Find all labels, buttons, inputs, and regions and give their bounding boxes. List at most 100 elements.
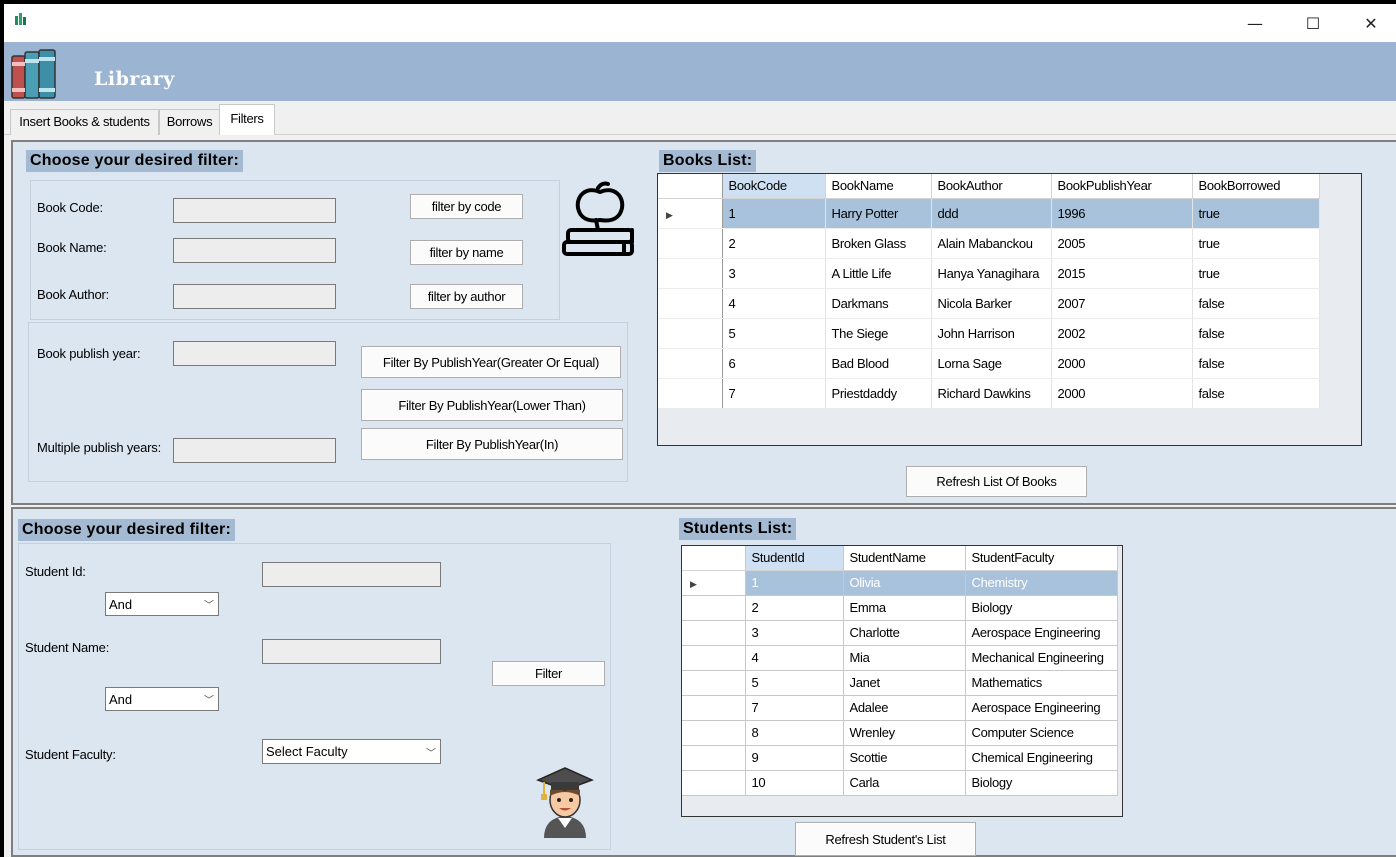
table-row[interactable]: ▶ 1 Olivia Chemistry [682,570,1118,596]
cell[interactable]: Emma [843,595,966,621]
table-row[interactable]: 10 Carla Biology [682,770,1118,796]
table-row[interactable]: 7 Priestdaddy Richard Dawkins 2000 false [658,378,1320,409]
cell[interactable]: Biology [965,595,1118,621]
cell[interactable]: 2 [722,228,826,259]
book-author-input[interactable] [173,284,336,309]
publish-year-input[interactable] [173,341,336,366]
table-row[interactable]: 8 Wrenley Computer Science [682,720,1118,746]
column-header-bookname[interactable]: BookName [825,174,932,199]
cell[interactable]: Bad Blood [825,348,932,379]
cell[interactable]: 3 [745,620,844,646]
minimize-button[interactable]: — [1226,4,1284,42]
cell[interactable]: Mechanical Engineering [965,645,1118,671]
cell[interactable]: Mathematics [965,670,1118,696]
cell[interactable]: 5 [745,670,844,696]
column-header-bookborrowed[interactable]: BookBorrowed [1192,174,1320,199]
cell[interactable]: 2005 [1051,228,1193,259]
cell[interactable]: 2015 [1051,258,1193,289]
cell[interactable]: Mia [843,645,966,671]
cell[interactable]: A Little Life [825,258,932,289]
cell[interactable]: Wrenley [843,720,966,746]
cell[interactable]: 7 [745,695,844,721]
cell[interactable]: Olivia [843,570,966,596]
table-row[interactable]: ▶ 1 Harry Potter ddd 1996 true [658,198,1320,229]
books-grid[interactable]: BookCode BookName BookAuthor BookPublish… [657,173,1362,446]
cell[interactable]: Adalee [843,695,966,721]
cell[interactable]: 1 [722,198,826,229]
cell[interactable]: false [1192,378,1320,409]
table-row[interactable]: 4 Darkmans Nicola Barker 2007 false [658,288,1320,319]
tab-insert-books-students[interactable]: Insert Books & students [10,109,159,135]
cell[interactable]: Darkmans [825,288,932,319]
student-id-input[interactable] [262,562,441,587]
students-grid[interactable]: StudentId StudentName StudentFaculty ▶ 1… [681,545,1123,817]
row-header[interactable] [682,595,746,621]
column-header-studentid[interactable]: StudentId [745,546,844,571]
cell[interactable]: The Siege [825,318,932,349]
faculty-select[interactable]: Select Faculty ﹀ [262,739,441,764]
cell[interactable]: ddd [931,198,1052,229]
cell[interactable]: Aerospace Engineering [965,620,1118,646]
row-header[interactable] [658,288,723,319]
column-header-bookpublishyear[interactable]: BookPublishYear [1051,174,1193,199]
operator-2-select[interactable]: And ﹀ [105,687,219,711]
maximize-button[interactable]: ☐ [1284,4,1342,42]
cell[interactable]: Broken Glass [825,228,932,259]
cell[interactable]: 4 [722,288,826,319]
column-header-studentfaculty[interactable]: StudentFaculty [965,546,1118,571]
tab-borrows[interactable]: Borrows [159,109,220,135]
refresh-students-button[interactable]: Refresh Student's List [795,822,976,856]
filter-students-button[interactable]: Filter [492,661,605,686]
cell[interactable]: 3 [722,258,826,289]
cell[interactable]: 4 [745,645,844,671]
row-header[interactable] [682,620,746,646]
cell[interactable]: 7 [722,378,826,409]
cell[interactable]: Chemical Engineering [965,745,1118,771]
table-row[interactable]: 4 Mia Mechanical Engineering [682,645,1118,671]
row-header[interactable] [658,378,723,409]
student-name-input[interactable] [262,639,441,664]
cell[interactable]: false [1192,348,1320,379]
cell[interactable]: 10 [745,770,844,796]
filter-year-gte-button[interactable]: Filter By PublishYear(Greater Or Equal) [361,346,621,378]
cell[interactable]: Hanya Yanagihara [931,258,1052,289]
cell[interactable]: 9 [745,745,844,771]
filter-by-author-button[interactable]: filter by author [410,284,523,309]
table-row[interactable]: 3 Charlotte Aerospace Engineering [682,620,1118,646]
table-row[interactable]: 5 The Siege John Harrison 2002 false [658,318,1320,349]
table-row[interactable]: 9 Scottie Chemical Engineering [682,745,1118,771]
cell[interactable]: 2000 [1051,348,1193,379]
column-header-studentname[interactable]: StudentName [843,546,966,571]
row-header[interactable] [682,720,746,746]
cell[interactable]: 1996 [1051,198,1193,229]
table-row[interactable]: 6 Bad Blood Lorna Sage 2000 false [658,348,1320,379]
table-row[interactable]: 2 Emma Biology [682,595,1118,621]
multiple-years-input[interactable] [173,438,336,463]
row-header[interactable]: ▶ [682,570,746,596]
cell[interactable]: 2000 [1051,378,1193,409]
cell[interactable]: Janet [843,670,966,696]
cell[interactable]: Aerospace Engineering [965,695,1118,721]
cell[interactable]: John Harrison [931,318,1052,349]
close-button[interactable]: ✕ [1342,4,1396,42]
cell[interactable]: Harry Potter [825,198,932,229]
row-header[interactable] [658,228,723,259]
row-header[interactable] [658,318,723,349]
cell[interactable]: Biology [965,770,1118,796]
filter-by-name-button[interactable]: filter by name [410,240,523,265]
cell[interactable]: Nicola Barker [931,288,1052,319]
row-header[interactable] [658,258,723,289]
cell[interactable]: Chemistry [965,570,1118,596]
row-header[interactable] [682,745,746,771]
table-row[interactable]: 7 Adalee Aerospace Engineering [682,695,1118,721]
row-header[interactable] [682,770,746,796]
cell[interactable]: true [1192,228,1320,259]
cell[interactable]: Scottie [843,745,966,771]
cell[interactable]: Priestdaddy [825,378,932,409]
table-row[interactable]: 5 Janet Mathematics [682,670,1118,696]
cell[interactable]: Richard Dawkins [931,378,1052,409]
row-header[interactable] [682,645,746,671]
cell[interactable]: 6 [722,348,826,379]
cell[interactable]: Carla [843,770,966,796]
cell[interactable]: Charlotte [843,620,966,646]
